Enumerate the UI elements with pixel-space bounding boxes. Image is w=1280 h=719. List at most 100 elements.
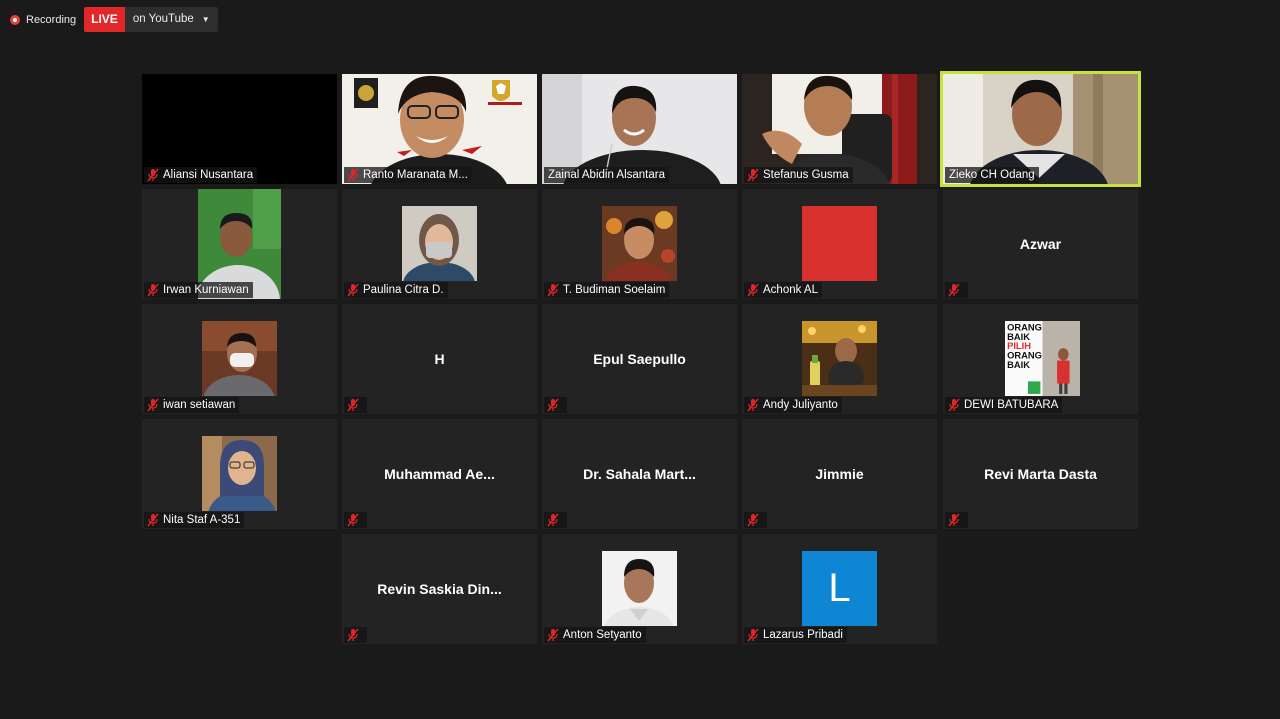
- participant-tile[interactable]: T. Budiman Soelaim: [542, 189, 737, 299]
- participant-nametag: Achonk AL: [744, 282, 822, 298]
- participant-tile[interactable]: Nita Staf A-351: [142, 419, 337, 529]
- muted-mic-icon: [347, 398, 359, 412]
- profile-photo: [602, 206, 677, 281]
- muted-mic-icon: [547, 628, 559, 642]
- participant-name: Zieko CH Odang: [949, 169, 1035, 181]
- participant-nametag: Anton Setyanto: [544, 627, 646, 643]
- participant-name: Zainal Abidin Alsantara: [548, 169, 665, 181]
- profile-avatar-letter: L: [802, 551, 877, 626]
- participant-display-name: Azwar: [1019, 236, 1062, 252]
- participant-name: Andy Juliyanto: [763, 399, 838, 411]
- participant-tile[interactable]: Irwan Kurniawan: [142, 189, 337, 299]
- livestream-destination-label: on YouTube: [132, 13, 194, 25]
- participant-nametag: [344, 512, 367, 528]
- muted-mic-icon: [747, 513, 759, 527]
- participant-tile[interactable]: Revin Saskia Din...: [342, 534, 537, 644]
- participant-tile[interactable]: Achonk AL: [742, 189, 937, 299]
- participant-nametag: [945, 282, 968, 298]
- recording-bar: Recording LIVE on YouTube ▼: [10, 7, 218, 32]
- participant-tile[interactable]: Revi Marta Dasta: [943, 419, 1138, 529]
- participant-name: Achonk AL: [763, 284, 818, 296]
- muted-mic-icon: [147, 513, 159, 527]
- muted-mic-icon: [948, 283, 960, 297]
- participant-name: Paulina Citra D.: [363, 284, 444, 296]
- participant-name: iwan setiawan: [163, 399, 236, 411]
- participant-tile[interactable]: Muhammad Ae...: [342, 419, 537, 529]
- participant-tile[interactable]: Dr. Sahala Mart...: [542, 419, 737, 529]
- participant-name: Anton Setyanto: [563, 629, 642, 641]
- muted-mic-icon: [747, 398, 759, 412]
- participant-nametag: Lazarus Pribadi: [744, 627, 847, 643]
- profile-photo: [602, 551, 677, 626]
- participant-name: Nita Staf A-351: [163, 514, 241, 526]
- participant-nametag: [945, 512, 968, 528]
- participant-tile[interactable]: Andy Juliyanto: [742, 304, 937, 414]
- participant-display-name: Muhammad Ae...: [384, 466, 495, 482]
- participant-tile[interactable]: Ranto Maranata M...: [342, 74, 537, 184]
- participant-nametag: [544, 397, 567, 413]
- participant-nametag: Zainal Abidin Alsantara: [544, 167, 669, 183]
- muted-mic-icon: [547, 513, 559, 527]
- participant-name: Aliansi Nusantara: [163, 169, 254, 181]
- participant-tile[interactable]: Anton Setyanto: [542, 534, 737, 644]
- participant-nametag: Andy Juliyanto: [744, 397, 842, 413]
- participant-nametag: Nita Staf A-351: [144, 512, 245, 528]
- recording-label: Recording: [26, 13, 77, 26]
- muted-mic-icon: [747, 628, 759, 642]
- live-badge: LIVE: [84, 7, 125, 32]
- participant-nametag: Aliansi Nusantara: [144, 167, 258, 183]
- participant-display-name: Revi Marta Dasta: [984, 466, 1097, 482]
- participant-nametag: Paulina Citra D.: [344, 282, 448, 298]
- caret-down-icon: ▼: [201, 15, 210, 24]
- participant-name: Irwan Kurniawan: [163, 284, 249, 296]
- participant-tile[interactable]: iwan setiawan: [142, 304, 337, 414]
- participant-nametag: [544, 512, 567, 528]
- participant-nametag: Zieko CH Odang: [945, 167, 1039, 183]
- participant-nametag: T. Budiman Soelaim: [544, 282, 670, 298]
- avatar-text-line: BAIK: [1007, 360, 1030, 370]
- participant-tile[interactable]: L Lazarus Pribadi: [742, 534, 937, 644]
- profile-photo: [802, 321, 877, 396]
- livestream-destination-dropdown[interactable]: on YouTube ▼: [124, 7, 218, 32]
- muted-mic-icon: [347, 168, 359, 182]
- participant-nametag: Ranto Maranata M...: [344, 167, 472, 183]
- participant-nametag: Stefanus Gusma: [744, 167, 853, 183]
- participant-nametag: DEWI BATUBARA: [945, 397, 1063, 413]
- participant-tile[interactable]: Zainal Abidin Alsantara: [542, 74, 737, 184]
- participant-display-name: Revin Saskia Din...: [377, 581, 502, 597]
- participant-nametag: Irwan Kurniawan: [144, 282, 253, 298]
- participant-display-name: Jimmie: [815, 466, 864, 482]
- profile-photo: [202, 436, 277, 511]
- record-icon: [10, 14, 20, 25]
- participant-display-name: Epul Saepullo: [593, 351, 686, 367]
- participant-tile[interactable]: Jimmie: [742, 419, 937, 529]
- profile-photo: [202, 321, 277, 396]
- participant-name: T. Budiman Soelaim: [563, 284, 666, 296]
- participant-tile-active-speaker[interactable]: Zieko CH Odang: [940, 71, 1141, 187]
- participant-tile[interactable]: ORANG BAIK PILIH ORANG BAIK DEWI BATUBAR…: [943, 304, 1138, 414]
- muted-mic-icon: [147, 283, 159, 297]
- participant-name: DEWI BATUBARA: [964, 399, 1059, 411]
- recording-indicator[interactable]: Recording: [10, 14, 76, 26]
- participant-nametag: [744, 512, 767, 528]
- participant-tile[interactable]: Stefanus Gusma: [742, 74, 937, 184]
- muted-mic-icon: [747, 283, 759, 297]
- muted-mic-icon: [147, 168, 159, 182]
- participant-nametag: iwan setiawan: [144, 397, 240, 413]
- participant-tile[interactable]: Aliansi Nusantara: [142, 74, 337, 184]
- participant-tile[interactable]: Azwar: [943, 189, 1138, 299]
- participant-tile[interactable]: Epul Saepullo: [542, 304, 737, 414]
- muted-mic-icon: [547, 398, 559, 412]
- profile-photo: ORANG BAIK PILIH ORANG BAIK: [1005, 321, 1080, 396]
- participant-tile[interactable]: Paulina Citra D.: [342, 189, 537, 299]
- muted-mic-icon: [747, 168, 759, 182]
- participant-nametag: [344, 627, 367, 643]
- profile-avatar-red: [802, 206, 877, 281]
- participant-name: Ranto Maranata M...: [363, 169, 468, 181]
- muted-mic-icon: [347, 628, 359, 642]
- participant-tile[interactable]: H: [342, 304, 537, 414]
- muted-mic-icon: [347, 513, 359, 527]
- participant-display-name: Dr. Sahala Mart...: [583, 466, 696, 482]
- muted-mic-icon: [948, 398, 960, 412]
- muted-mic-icon: [147, 398, 159, 412]
